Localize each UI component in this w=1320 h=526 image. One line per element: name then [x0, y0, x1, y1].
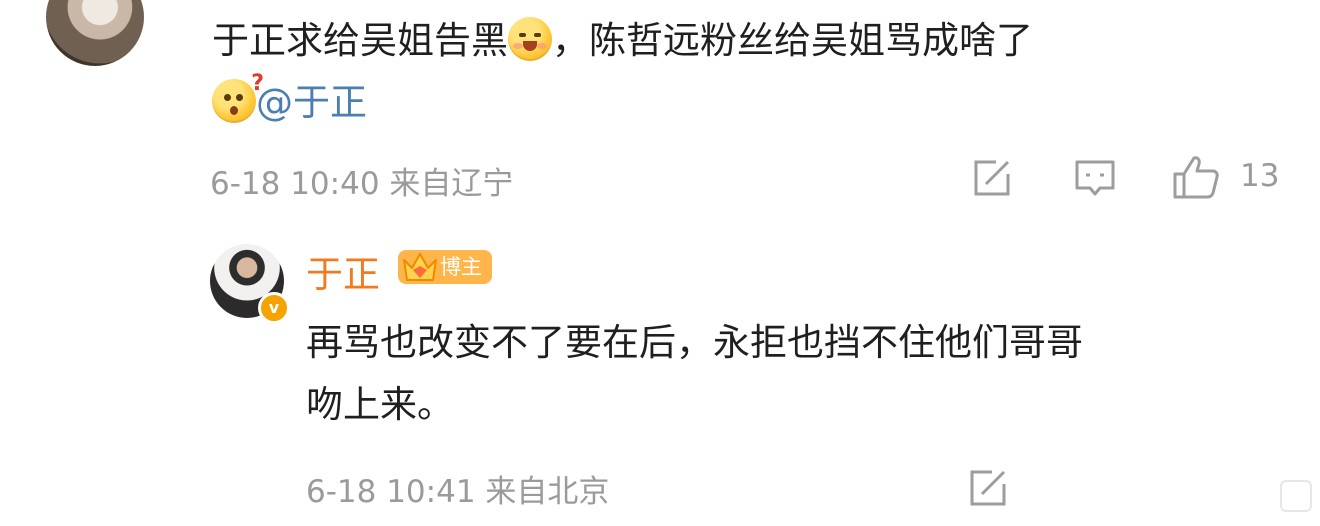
comment-text-part1: 于正求给吴姐告黑 — [212, 19, 508, 62]
reply-text-line1: 再骂也改变不了要在后，永拒也挡不住他们哥哥 — [306, 321, 1083, 364]
share-icon — [970, 470, 1006, 506]
mention-link[interactable]: @于正 — [256, 81, 367, 124]
like-button[interactable] — [1172, 154, 1220, 200]
reply-meta: 6-18 10:41 来自北京 — [306, 466, 609, 511]
verified-badge-icon: v — [258, 292, 290, 324]
blogger-badge: 博主 — [398, 250, 492, 284]
comment-text-line2: ? @于正 — [212, 72, 367, 134]
reply-date-time: 6-18 10:41 — [306, 474, 476, 510]
comment-bubble-icon — [1075, 160, 1115, 196]
share-button[interactable] — [972, 158, 1012, 198]
comment-date-time: 6-18 10:40 — [210, 166, 380, 202]
author-name[interactable]: 于正 — [306, 244, 380, 298]
share-icon — [974, 160, 1010, 196]
crown-icon — [403, 253, 437, 281]
comment-text-line1: 于正求给吴姐告黑 ，陈哲远粉丝给吴姐骂成啥了 — [212, 10, 1033, 72]
blogger-badge-label: 博主 — [440, 255, 482, 279]
thumbs-up-icon — [1173, 156, 1219, 199]
reply-location: 来自北京 — [485, 474, 610, 510]
reply-text-line2: 吻上来。 — [306, 383, 454, 426]
comment-meta: 6-18 10:40 来自辽宁 — [210, 158, 513, 203]
comment-location: 来自辽宁 — [389, 166, 514, 202]
reply-share-button[interactable] — [968, 468, 1008, 508]
comment-text-part2: ，陈哲远粉丝给吴姐骂成啥了 — [552, 19, 1033, 62]
comment-button[interactable] — [1074, 158, 1116, 198]
confused-emoji-icon: ? — [212, 73, 264, 123]
commenter-avatar[interactable] — [46, 0, 144, 66]
hug-smile-emoji-icon — [508, 17, 552, 61]
watermark-icon — [1280, 480, 1312, 512]
like-count: 13 — [1240, 158, 1280, 194]
